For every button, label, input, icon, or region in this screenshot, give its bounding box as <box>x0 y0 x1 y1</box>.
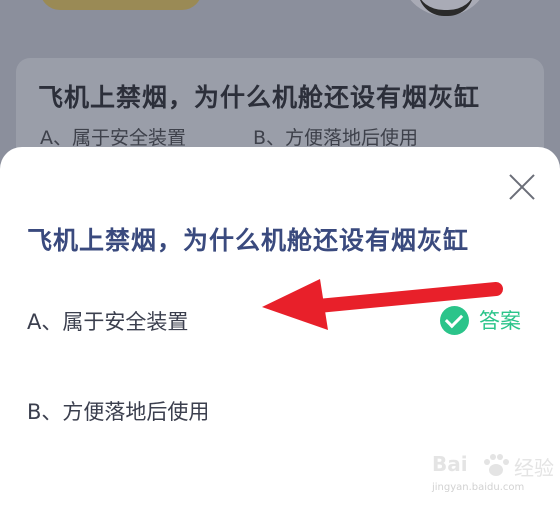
watermark-url: jingyan.baidu.com <box>432 482 525 493</box>
watermark-jingyan: 经验 <box>514 456 554 480</box>
baidu-watermark: Bai 经验 jingyan.baidu.com <box>430 450 555 505</box>
red-arrow-annotation <box>262 279 503 330</box>
baidu-paw-icon <box>484 454 509 476</box>
watermark-brand: Bai <box>432 452 468 476</box>
